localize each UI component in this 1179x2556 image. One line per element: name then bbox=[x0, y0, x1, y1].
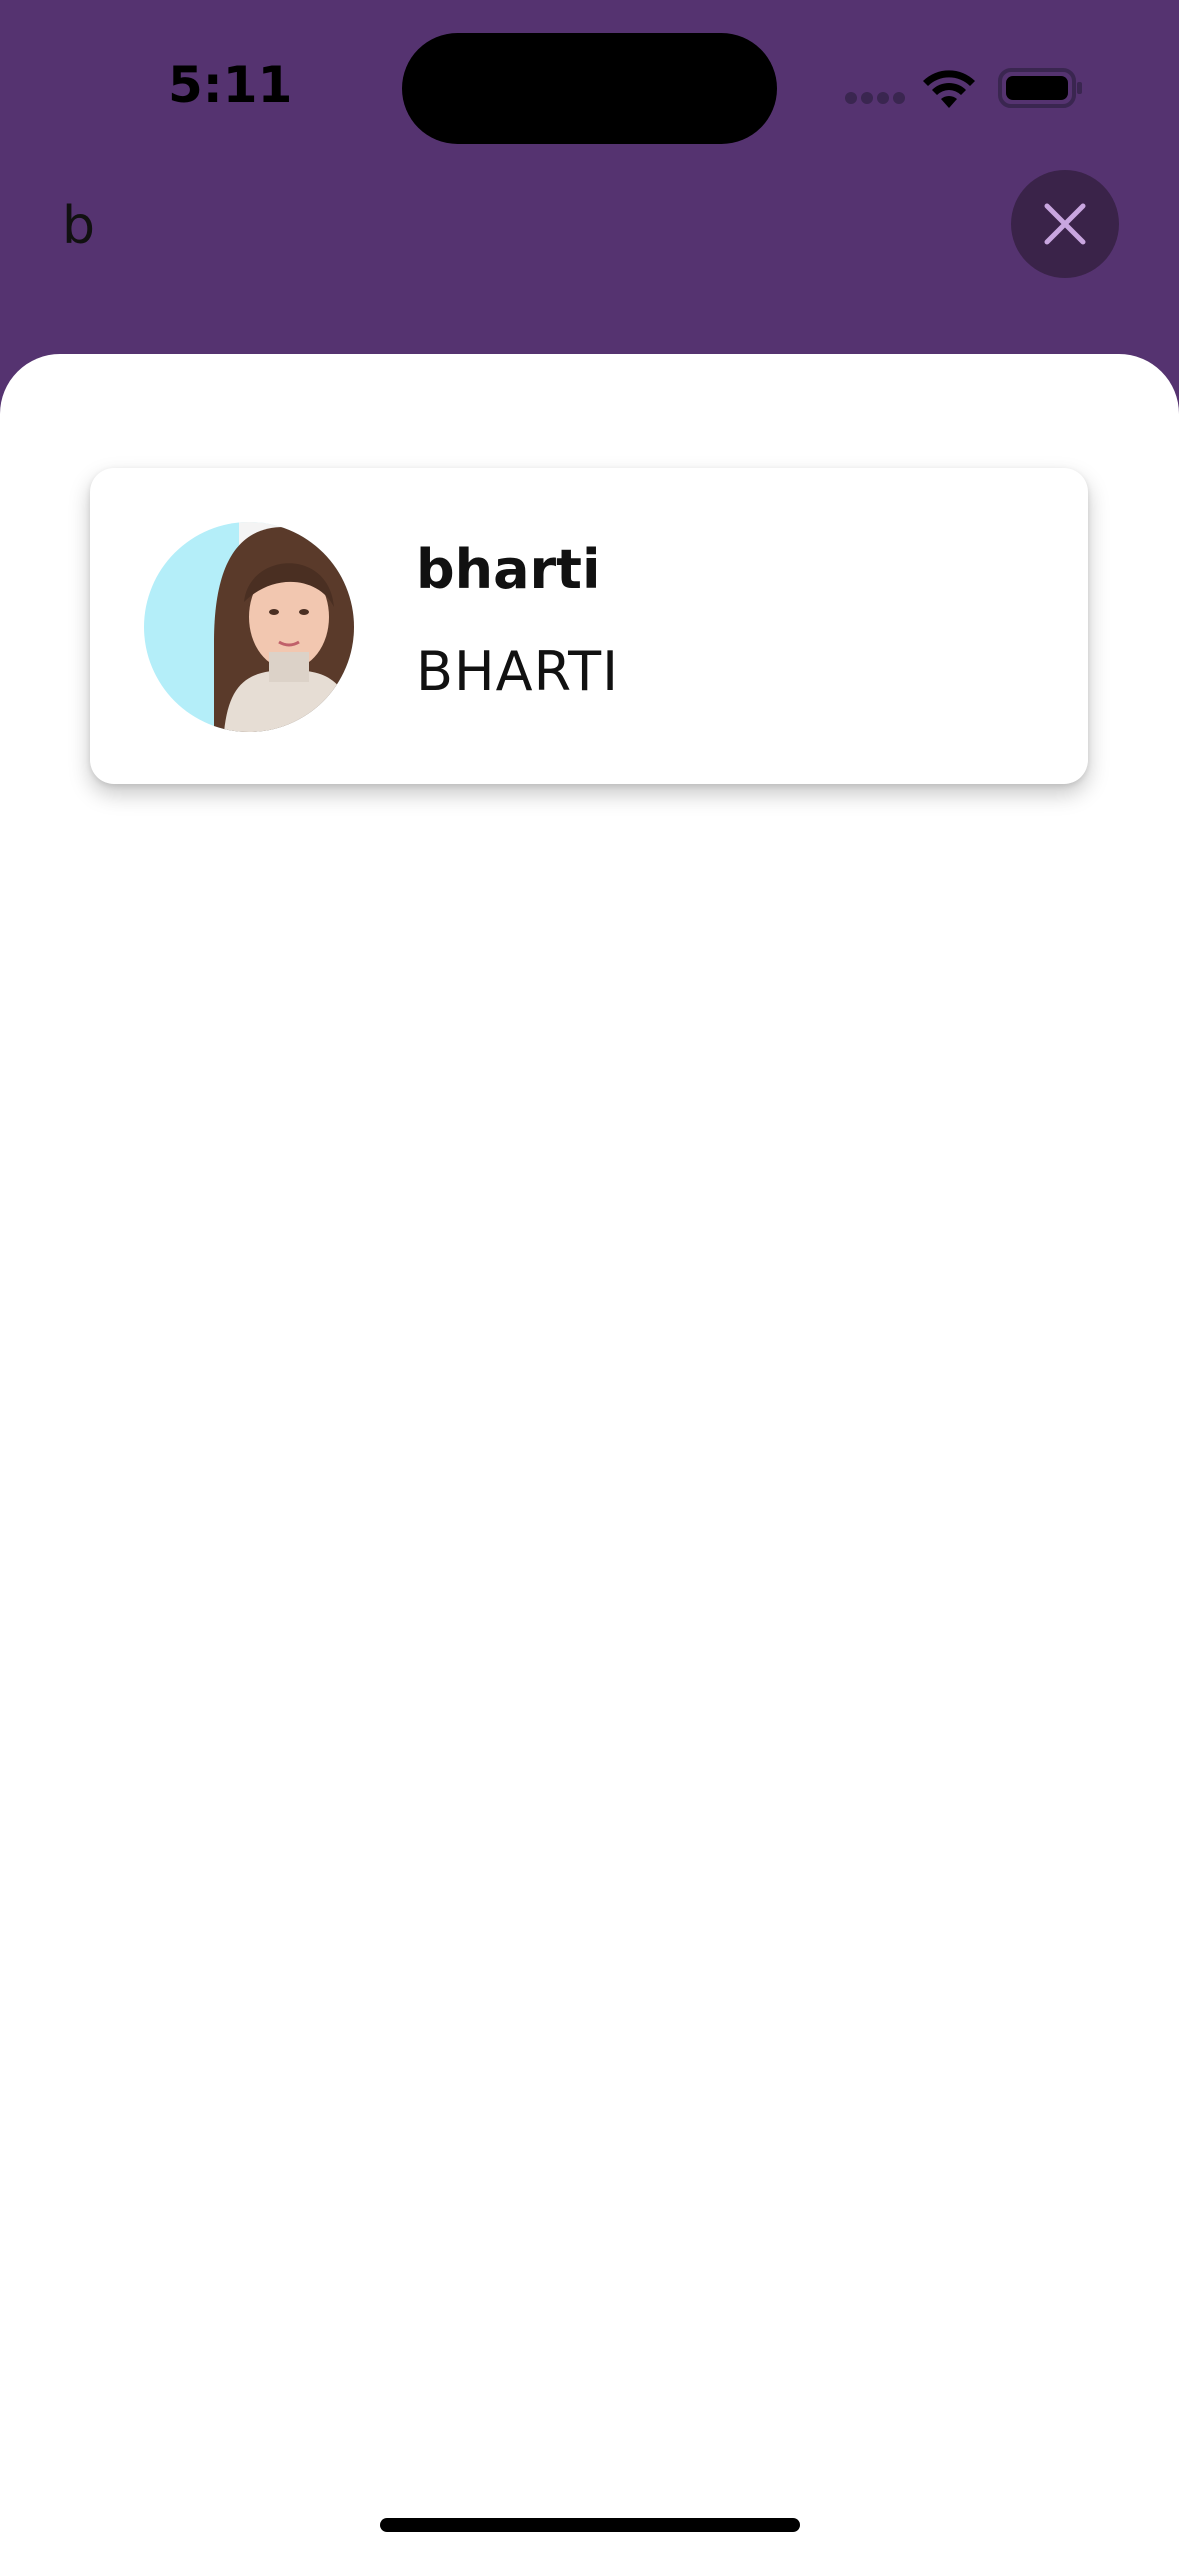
avatar bbox=[144, 522, 354, 732]
results-sheet: bharti BHARTI bbox=[0, 354, 1179, 2556]
wifi-icon bbox=[923, 70, 975, 108]
display-name: BHARTI bbox=[416, 640, 620, 703]
search-bar: b bbox=[0, 170, 1179, 350]
user-result-card[interactable]: bharti BHARTI bbox=[90, 468, 1088, 784]
status-time: 5:11 bbox=[168, 56, 293, 114]
close-search-button[interactable] bbox=[1011, 170, 1119, 278]
home-indicator[interactable] bbox=[380, 2518, 800, 2532]
cellular-signal-icon bbox=[845, 92, 905, 108]
username: bharti bbox=[416, 538, 601, 601]
search-input[interactable]: b bbox=[62, 196, 95, 256]
close-icon bbox=[1044, 203, 1086, 245]
status-bar: 5:11 bbox=[0, 0, 1179, 180]
dynamic-island bbox=[402, 33, 777, 144]
battery-icon bbox=[998, 68, 1082, 108]
